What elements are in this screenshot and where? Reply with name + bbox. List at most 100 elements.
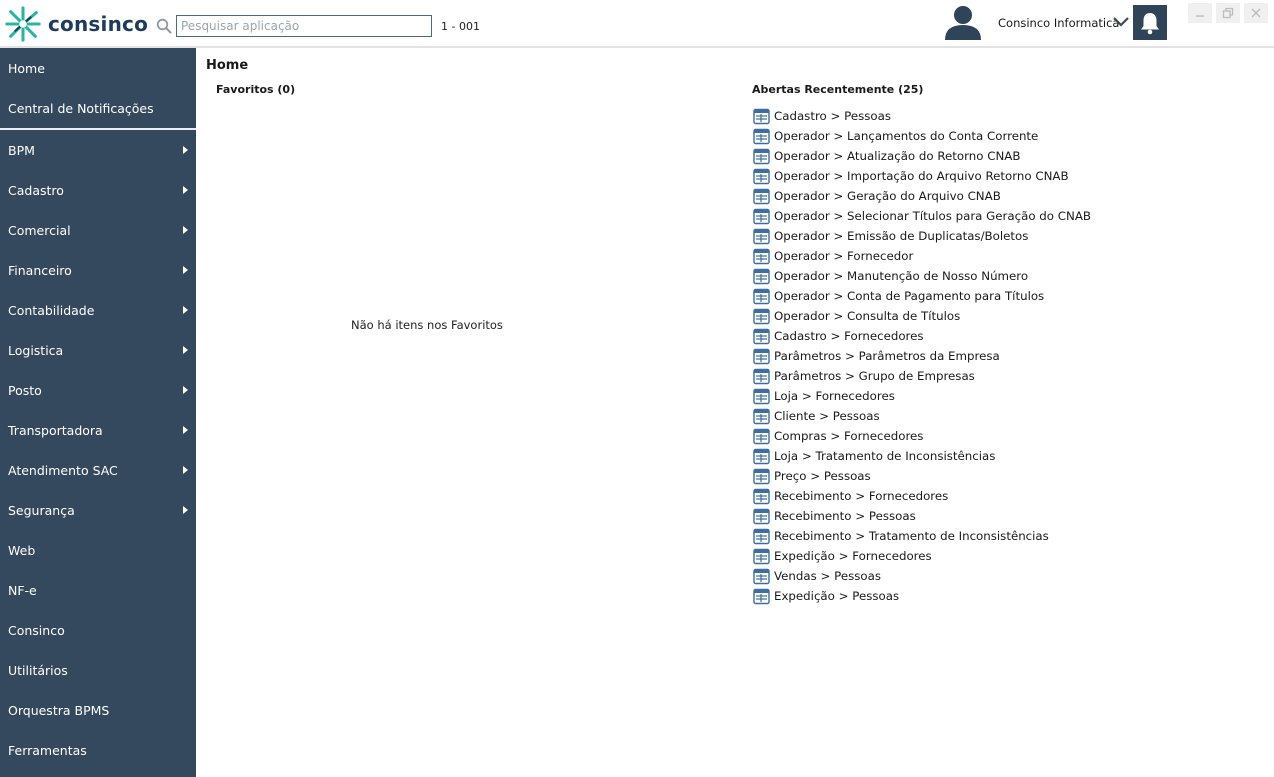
window-app-icon xyxy=(753,388,770,404)
main-content: Home Favoritos (0) Não há itens nos Favo… xyxy=(196,50,1274,777)
sidebar-item-seguran-a[interactable]: Segurança xyxy=(0,490,196,530)
logo[interactable]: consinco xyxy=(4,5,148,43)
sidebar-item-web[interactable]: Web xyxy=(0,530,196,570)
recent-item[interactable]: Operador > Atualização do Retorno CNAB xyxy=(753,146,1091,166)
close-button[interactable] xyxy=(1244,3,1268,23)
recent-item-label: Expedição > Fornecedores xyxy=(774,549,932,563)
submenu-arrow-icon xyxy=(183,306,188,314)
notifications-button[interactable] xyxy=(1133,5,1167,40)
chevron-down-icon[interactable] xyxy=(1112,15,1130,29)
environment-code: 1 - 001 xyxy=(441,20,480,33)
recent-item[interactable]: Expedição > Pessoas xyxy=(753,586,1091,606)
sidebar-item-logistica[interactable]: Logistica xyxy=(0,330,196,370)
recent-item[interactable]: Expedição > Fornecedores xyxy=(753,546,1091,566)
recent-item[interactable]: Vendas > Pessoas xyxy=(753,566,1091,586)
window-app-icon xyxy=(753,528,770,544)
sidebar-item-label: BPM xyxy=(8,142,35,158)
window-app-icon xyxy=(753,248,770,264)
window-app-icon xyxy=(753,448,770,464)
sidebar-item-label: Segurança xyxy=(8,502,75,518)
recent-item[interactable]: Operador > Manutenção de Nosso Número xyxy=(753,266,1091,286)
recent-item[interactable]: Cadastro > Fornecedores xyxy=(753,326,1091,346)
window-app-icon xyxy=(753,568,770,584)
recent-item[interactable]: Preço > Pessoas xyxy=(753,466,1091,486)
sidebar-item-cadastro[interactable]: Cadastro xyxy=(0,170,196,210)
recent-item[interactable]: Parâmetros > Parâmetros da Empresa xyxy=(753,346,1091,366)
sidebar-item-label: Contabilidade xyxy=(8,302,95,318)
recent-item[interactable]: Operador > Consulta de Títulos xyxy=(753,306,1091,326)
sidebar-item-bpm[interactable]: BPM xyxy=(0,130,196,170)
window-app-icon xyxy=(753,548,770,564)
sidebar-item-contabilidade[interactable]: Contabilidade xyxy=(0,290,196,330)
sidebar-item-label: Central de Notificações xyxy=(8,100,154,116)
submenu-arrow-icon xyxy=(183,506,188,514)
sidebar-item-ferramentas[interactable]: Ferramentas xyxy=(0,730,196,770)
sidebar-item-nf-e[interactable]: NF-e xyxy=(0,570,196,610)
sidebar-item-comercial[interactable]: Comercial xyxy=(0,210,196,250)
sidebar-item-transportadora[interactable]: Transportadora xyxy=(0,410,196,450)
sidebar-item-utilit-rios[interactable]: Utilitários xyxy=(0,650,196,690)
window-app-icon xyxy=(753,128,770,144)
recent-item[interactable]: Operador > Importação do Arquivo Retorno… xyxy=(753,166,1091,186)
bell-icon xyxy=(1141,12,1159,34)
minimize-icon xyxy=(1196,15,1204,17)
window-app-icon xyxy=(753,348,770,364)
recent-item-label: Vendas > Pessoas xyxy=(774,569,881,583)
user-name[interactable]: Consinco Informatica xyxy=(998,16,1119,30)
recent-item[interactable]: Operador > Conta de Pagamento para Títul… xyxy=(753,286,1091,306)
window-app-icon xyxy=(753,168,770,184)
search-input[interactable] xyxy=(176,15,432,37)
restore-button[interactable] xyxy=(1216,3,1240,23)
sidebar-item-posto[interactable]: Posto xyxy=(0,370,196,410)
recent-item-label: Parâmetros > Parâmetros da Empresa xyxy=(774,349,1000,363)
window-app-icon xyxy=(753,428,770,444)
sidebar-item-label: Cadastro xyxy=(8,182,64,198)
recent-item-label: Operador > Consulta de Títulos xyxy=(774,309,961,323)
recent-item-label: Operador > Fornecedor xyxy=(774,249,914,263)
recent-item[interactable]: Operador > Emissão de Duplicatas/Boletos xyxy=(753,226,1091,246)
sidebar-item-financeiro[interactable]: Financeiro xyxy=(0,250,196,290)
sidebar-item-atendimento-sac[interactable]: Atendimento SAC xyxy=(0,450,196,490)
recent-item[interactable]: Cadastro > Pessoas xyxy=(753,106,1091,126)
window-app-icon xyxy=(753,188,770,204)
window-app-icon xyxy=(753,468,770,484)
sidebar-item-central-de-notificacoes[interactable]: Central de Notificações xyxy=(0,88,196,128)
recent-item[interactable]: Operador > Selecionar Títulos para Geraç… xyxy=(753,206,1091,226)
submenu-arrow-icon xyxy=(183,186,188,194)
recent-item[interactable]: Operador > Geração do Arquivo CNAB xyxy=(753,186,1091,206)
sidebar-item-label: Web xyxy=(8,542,36,558)
recent-item-label: Parâmetros > Grupo de Empresas xyxy=(774,369,975,383)
recent-item[interactable]: Operador > Fornecedor xyxy=(753,246,1091,266)
recent-item[interactable]: Parâmetros > Grupo de Empresas xyxy=(753,366,1091,386)
recent-item-label: Preço > Pessoas xyxy=(774,469,871,483)
recent-item-label: Recebimento > Pessoas xyxy=(774,509,916,523)
recent-item[interactable]: Loja > Tratamento de Inconsistências xyxy=(753,446,1091,466)
submenu-arrow-icon xyxy=(183,146,188,154)
submenu-arrow-icon xyxy=(183,466,188,474)
sidebar-item-label: Transportadora xyxy=(8,422,103,438)
sidebar-item-label: Utilitários xyxy=(8,662,68,678)
recent-item[interactable]: Operador > Lançamentos do Conta Corrente xyxy=(753,126,1091,146)
search-icon[interactable] xyxy=(156,18,172,34)
sidebar-item-label: Logistica xyxy=(8,342,64,358)
recent-item-label: Loja > Fornecedores xyxy=(774,389,895,403)
recent-item[interactable]: Recebimento > Fornecedores xyxy=(753,486,1091,506)
recent-item[interactable]: Recebimento > Pessoas xyxy=(753,506,1091,526)
window-app-icon xyxy=(753,208,770,224)
recent-item-label: Operador > Importação do Arquivo Retorno… xyxy=(774,169,1069,183)
recent-item[interactable]: Cliente > Pessoas xyxy=(753,406,1091,426)
logo-icon xyxy=(5,6,41,42)
recent-item-label: Cliente > Pessoas xyxy=(774,409,880,423)
sidebar-item-label: Financeiro xyxy=(8,262,72,278)
sidebar-item-home[interactable]: Home xyxy=(0,48,196,88)
sidebar-item-orquestra-bpms[interactable]: Orquestra BPMS xyxy=(0,690,196,730)
recent-item[interactable]: Recebimento > Tratamento de Inconsistênc… xyxy=(753,526,1091,546)
recent-item[interactable]: Compras > Fornecedores xyxy=(753,426,1091,446)
sidebar: Home Central de Notificações BPM Cadastro… xyxy=(0,48,196,777)
recent-item[interactable]: Loja > Fornecedores xyxy=(753,386,1091,406)
recent-item-label: Operador > Geração do Arquivo CNAB xyxy=(774,189,1001,203)
minimize-button[interactable] xyxy=(1188,3,1212,23)
user-avatar-icon[interactable] xyxy=(943,4,983,42)
submenu-arrow-icon xyxy=(183,426,188,434)
sidebar-item-consinco[interactable]: Consinco xyxy=(0,610,196,650)
